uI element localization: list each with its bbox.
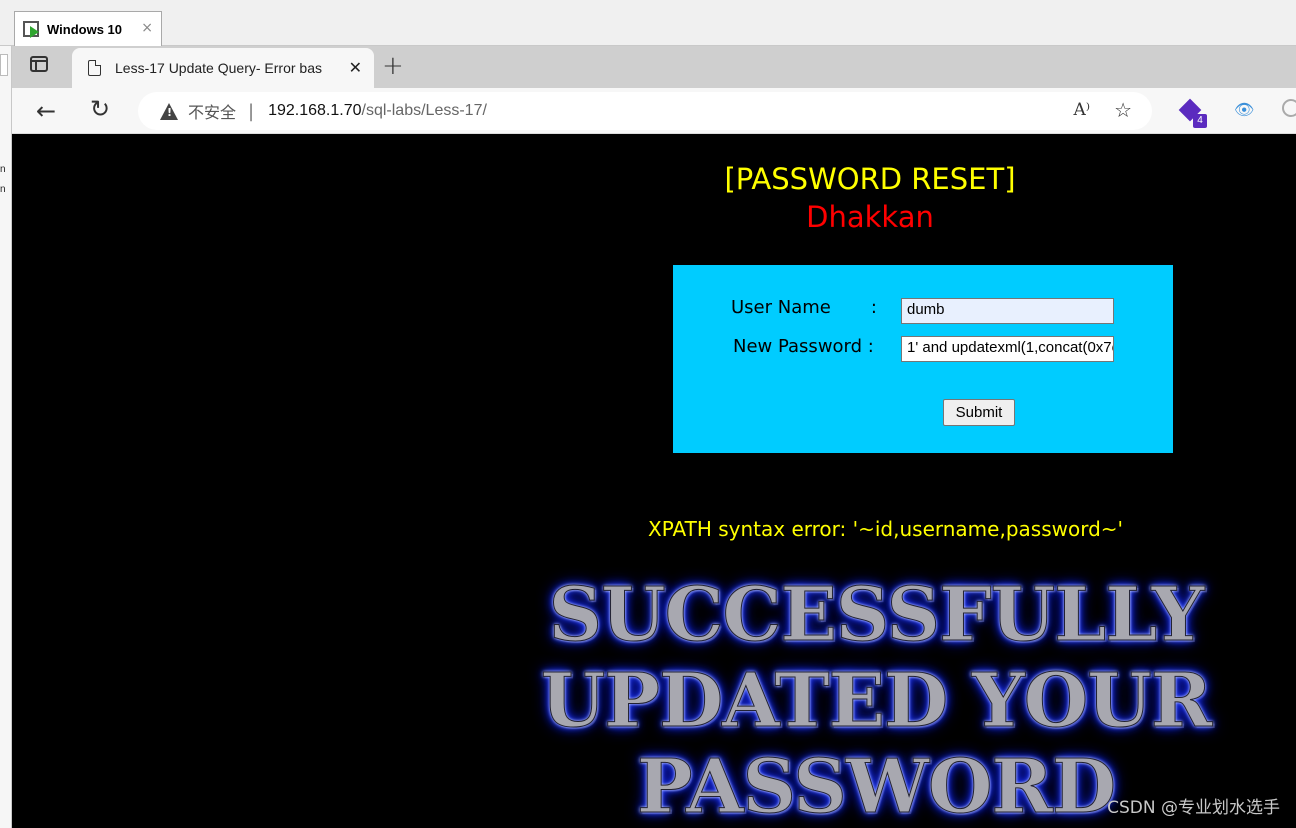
tab-title: Less-17 Update Query- Error bas: [115, 60, 322, 76]
web-page: [PASSWORD RESET] Dhakkan User Name : dum…: [12, 134, 1296, 828]
vm-icon: [23, 20, 41, 38]
close-icon[interactable]: ×: [141, 20, 153, 36]
warning-icon[interactable]: [160, 102, 178, 120]
vm-tab-title: Windows 10: [47, 21, 123, 37]
url-path: /sql-labs/Less-17/: [361, 102, 487, 119]
address-separator: |: [248, 100, 255, 122]
browser-toolbar: ← ↻ 不安全 | 192.168.1.70 /sql-labs/Less-17…: [12, 88, 1296, 134]
host-input-fragment: [0, 54, 8, 76]
watermark: CSDN @专业划水选手: [1107, 798, 1280, 818]
security-label[interactable]: 不安全: [188, 99, 236, 123]
page-subtitle: Dhakkan: [806, 200, 934, 234]
screen: Windows 10 × n n Less-17 Update Query- E…: [0, 0, 1296, 828]
extension-badge: 4: [1193, 114, 1207, 128]
password-reset-form: User Name : dumb New Password : 1' and u…: [673, 265, 1173, 453]
tab-less-17[interactable]: Less-17 Update Query- Error bas ✕: [72, 48, 374, 88]
host-text-fragment: n: [0, 164, 6, 175]
new-tab-button[interactable]: +: [382, 51, 404, 81]
host-text-fragment: n: [0, 184, 6, 195]
page-title: [PASSWORD RESET]: [724, 162, 1016, 196]
username-label: User Name :: [731, 297, 877, 318]
new-password-input[interactable]: 1' and updatexml(1,concat(0x7e,(select g…: [901, 336, 1114, 362]
tab-bar: Less-17 Update Query- Error bas ✕ +: [12, 46, 1296, 88]
success-banner: SUCCESSFULLY UPDATED YOUR PASSWORD: [490, 572, 1262, 828]
url-host: 192.168.1.70: [268, 102, 362, 119]
page-icon: [88, 60, 101, 76]
tab-actions-button[interactable]: [30, 56, 52, 76]
back-button[interactable]: ←: [36, 97, 56, 125]
tab-actions-icon: [30, 56, 48, 72]
read-aloud-icon[interactable]: A⁾: [1074, 100, 1090, 120]
extension-icon-partial[interactable]: [1282, 99, 1296, 121]
circle-icon: [1282, 99, 1296, 117]
refresh-button[interactable]: ↻: [90, 95, 110, 123]
username-input[interactable]: dumb: [901, 298, 1114, 324]
browser-window: Less-17 Update Query- Error bas ✕ + ← ↻ …: [12, 46, 1296, 828]
success-banner-line: UPDATED YOUR: [540, 658, 1212, 745]
vm-tab-strip: Windows 10 ×: [0, 0, 1296, 46]
success-banner-line: SUCCESSFULLY: [548, 572, 1205, 659]
password-label: New Password :: [733, 336, 874, 357]
add-favorite-icon[interactable]: ☆: [1114, 98, 1132, 122]
error-message: XPATH syntax error: '~id,username,passwo…: [648, 517, 1124, 541]
address-bar[interactable]: 不安全 | 192.168.1.70 /sql-labs/Less-17/ A⁾…: [138, 92, 1152, 130]
eye-extension-icon[interactable]: 👁: [1234, 100, 1254, 120]
close-icon[interactable]: ✕: [349, 58, 362, 77]
host-window-sliver: n n: [0, 46, 12, 828]
extension-icon[interactable]: 4: [1178, 98, 1207, 128]
vm-tab-windows10[interactable]: Windows 10 ×: [14, 11, 162, 46]
submit-button[interactable]: Submit: [943, 399, 1015, 426]
